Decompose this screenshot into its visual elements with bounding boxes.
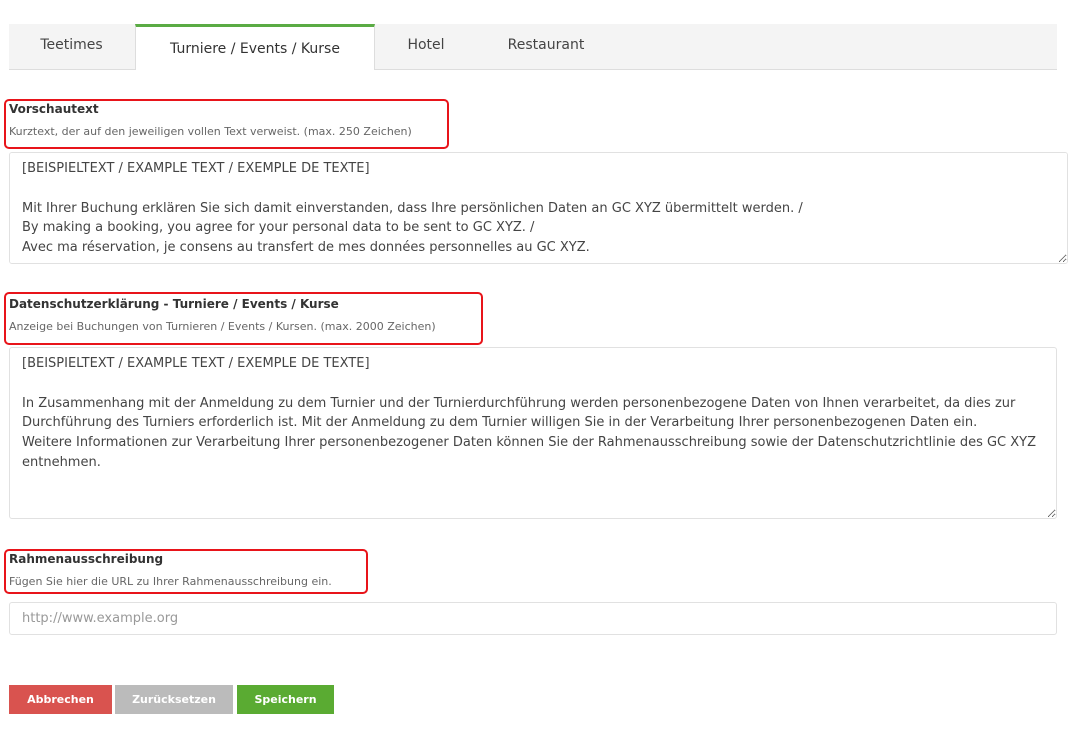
preview-help: Kurztext, der auf den jeweiligen vollen … [9, 125, 412, 138]
tab-turniere-events-kurse[interactable]: Turniere / Events / Kurse [135, 24, 375, 70]
cancel-button[interactable]: Abbrechen [9, 685, 112, 714]
tender-help: Fügen Sie hier die URL zu Ihrer Rahmenau… [9, 575, 332, 588]
tender-title: Rahmenausschreibung [9, 552, 164, 566]
tab-hotel[interactable]: Hotel [375, 24, 477, 69]
preview-textarea[interactable]: [BEISPIELTEXT / EXAMPLE TEXT / EXEMPLE D… [9, 152, 1068, 264]
tab-bar: Teetimes Turniere / Events / Kurse Hotel… [9, 24, 1057, 70]
reset-button[interactable]: Zurücksetzen [115, 685, 233, 714]
tab-teetimes[interactable]: Teetimes [9, 24, 134, 69]
privacy-help: Anzeige bei Buchungen von Turnieren / Ev… [9, 320, 436, 333]
privacy-title: Datenschutzerklärung - Turniere / Events… [9, 297, 339, 311]
save-button[interactable]: Speichern [237, 685, 334, 714]
privacy-textarea[interactable]: [BEISPIELTEXT / EXAMPLE TEXT / EXEMPLE D… [9, 347, 1057, 519]
tender-url-input[interactable] [9, 602, 1057, 635]
preview-title: Vorschautext [9, 102, 99, 116]
tab-restaurant[interactable]: Restaurant [477, 24, 615, 69]
